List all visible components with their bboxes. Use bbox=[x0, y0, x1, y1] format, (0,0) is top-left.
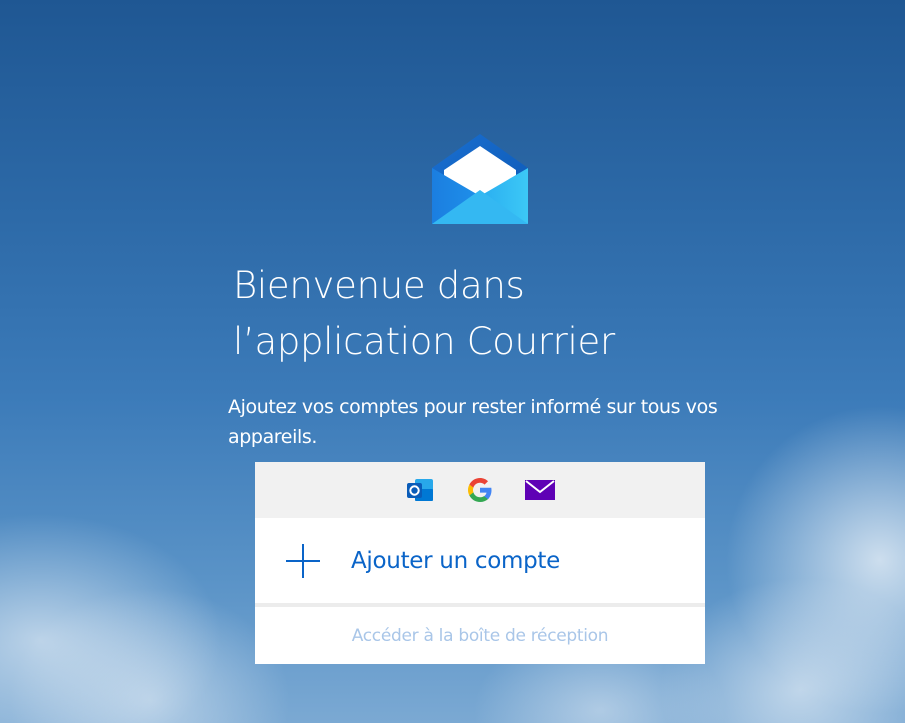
page-title: Bienvenue dans l’application Courrier bbox=[233, 264, 615, 363]
page-subtitle: Ajoutez vos comptes pour rester informé … bbox=[228, 396, 718, 448]
google-icon bbox=[465, 475, 495, 505]
add-account-button[interactable]: Ajouter un compte bbox=[255, 518, 705, 607]
go-to-inbox-button[interactable]: Accéder à la boîte de réception bbox=[255, 607, 705, 664]
outlook-icon bbox=[405, 475, 435, 505]
plus-icon bbox=[286, 543, 320, 578]
provider-strip bbox=[255, 462, 705, 518]
add-account-label: Ajouter un compte bbox=[351, 547, 560, 574]
mail-envelope-icon bbox=[432, 134, 528, 224]
account-panel: Ajouter un compte Accéder à la boîte de … bbox=[255, 462, 705, 664]
mail-generic-icon bbox=[525, 475, 555, 505]
go-to-inbox-label: Accéder à la boîte de réception bbox=[351, 625, 609, 646]
